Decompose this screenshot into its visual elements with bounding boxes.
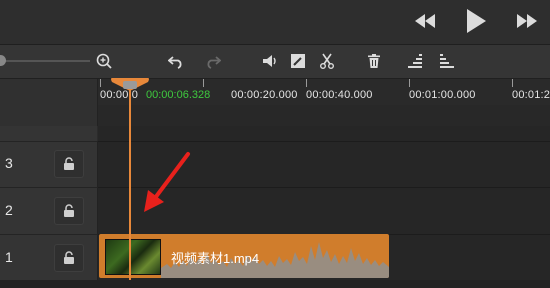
track-lock-button[interactable] <box>54 244 84 272</box>
zoom-slider-handle[interactable] <box>0 55 6 66</box>
audio-bars-icon <box>408 54 422 68</box>
track-header-3: 3 <box>0 141 98 188</box>
ruler-header-spacer <box>0 79 98 126</box>
timeline-toolbar <box>0 45 550 79</box>
rewind-icon <box>415 14 435 28</box>
redo-button[interactable] <box>203 51 223 71</box>
ruler-label: 00:01:2 <box>512 89 550 101</box>
unlock-icon <box>64 157 74 170</box>
transport-bar <box>0 0 550 45</box>
track-header-spacer <box>0 126 97 142</box>
volume-icon <box>263 55 276 67</box>
ruler-spacer <box>98 105 550 126</box>
zoom-in-button[interactable] <box>94 51 114 71</box>
ruler-tick <box>306 79 307 87</box>
track-lock-button[interactable] <box>54 150 84 178</box>
ruler-tick <box>100 79 101 87</box>
track-lock-button[interactable] <box>54 197 84 225</box>
delete-icon <box>368 54 380 68</box>
current-time-readout: 00:00:06.328 <box>146 89 211 101</box>
ruler-label: 00:00:20.000 <box>231 89 298 101</box>
undo-icon <box>168 56 182 69</box>
redo-icon <box>207 56 221 69</box>
play-button[interactable] <box>461 6 491 36</box>
unlock-icon <box>64 204 74 217</box>
rewind-button[interactable] <box>410 6 440 36</box>
zoom-in-icon <box>96 53 112 69</box>
ruler-tick <box>409 79 410 87</box>
unlock-icon <box>64 251 74 264</box>
play-icon <box>467 9 486 33</box>
volume-button[interactable] <box>260 51 280 71</box>
audio-bars-button[interactable] <box>405 51 425 71</box>
fast-forward-button[interactable] <box>512 6 542 36</box>
delete-button[interactable] <box>364 51 384 71</box>
timeline-scrollbar[interactable] <box>0 280 550 288</box>
ruler-label: 00:01:00.000 <box>409 89 476 101</box>
ruler-tick <box>203 79 204 87</box>
fast-forward-icon <box>517 14 537 28</box>
audio-levels-button[interactable] <box>437 51 457 71</box>
track-number: 2 <box>5 202 13 218</box>
cut-icon <box>320 53 334 69</box>
edit-button[interactable] <box>288 51 308 71</box>
track-number: 3 <box>5 155 13 171</box>
zoom-slider[interactable] <box>0 55 90 67</box>
track-header-2: 2 <box>0 188 98 235</box>
playhead-handle[interactable] <box>110 78 150 92</box>
clip-name: 视频素材1.mp4 <box>171 251 260 266</box>
ruler-label: 00:00:40.000 <box>306 89 373 101</box>
cut-button[interactable] <box>317 51 337 71</box>
track-header-1: 1 <box>0 235 98 282</box>
video-clip[interactable]: 视频素材1.mp4 <box>99 234 389 278</box>
playhead-line[interactable] <box>129 80 131 288</box>
red-arrow-icon <box>144 152 190 212</box>
ruler-tick <box>512 79 513 87</box>
edit-icon <box>291 54 305 68</box>
undo-button[interactable] <box>166 51 186 71</box>
track-lane-top-spacer <box>98 126 550 142</box>
clip-thumbnail <box>105 239 161 275</box>
audio-levels-icon <box>440 54 454 68</box>
zoom-slider-track <box>0 60 90 62</box>
track-number: 1 <box>5 249 13 265</box>
